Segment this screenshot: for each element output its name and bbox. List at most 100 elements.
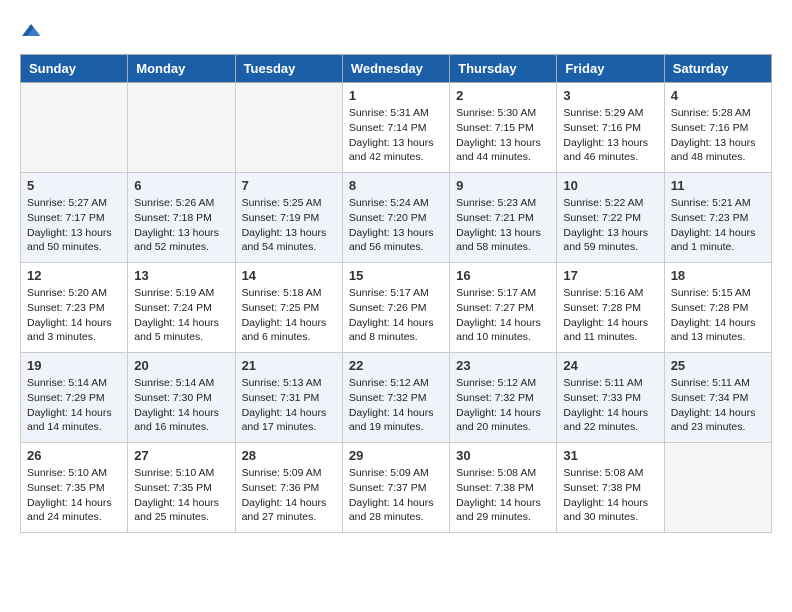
calendar-cell: 25 Sunrise: 5:11 AMSunset: 7:34 PMDayligh…	[664, 353, 771, 443]
cell-info: Sunrise: 5:14 AMSunset: 7:30 PMDaylight:…	[134, 376, 228, 435]
cell-info: Sunrise: 5:10 AMSunset: 7:35 PMDaylight:…	[134, 466, 228, 525]
calendar-cell: 30Sunrise: 5:08 AMSunset: 7:38 PMDayligh…	[450, 443, 557, 533]
calendar-cell: 28Sunrise: 5:09 AMSunset: 7:36 PMDayligh…	[235, 443, 342, 533]
calendar-cell: 26 Sunrise: 5:10 AMSunset: 7:35 PMDayligh…	[21, 443, 128, 533]
cell-info: Sunrise: 5:11 AMSunset: 7:34 PMDaylight:…	[671, 376, 765, 435]
cell-info: Sunrise: 5:09 AMSunset: 7:36 PMDaylight:…	[242, 466, 336, 525]
cell-info: Sunrise: 5:19 AMSunset: 7:24 PMDaylight:…	[134, 286, 228, 345]
calendar-header-friday: Friday	[557, 55, 664, 83]
day-number: 24	[563, 358, 657, 373]
day-number: 16	[456, 268, 550, 283]
calendar-week-row: 1 Sunrise: 5:31 AMSunset: 7:14 PMDaylight…	[21, 83, 772, 173]
day-number: 31	[563, 448, 657, 463]
calendar-header-sunday: Sunday	[21, 55, 128, 83]
calendar-cell: 7Sunrise: 5:25 AMSunset: 7:19 PMDaylight…	[235, 173, 342, 263]
logo	[20, 20, 40, 44]
cell-info: Sunrise: 5:20 AMSunset: 7:23 PMDaylight:…	[27, 286, 121, 345]
cell-info: Sunrise: 5:12 AMSunset: 7:32 PMDaylight:…	[456, 376, 550, 435]
cell-info: Sunrise: 5:14 AMSunset: 7:29 PMDaylight:…	[27, 376, 121, 435]
calendar-cell: 22Sunrise: 5:12 AMSunset: 7:32 PMDayligh…	[342, 353, 449, 443]
day-number: 29	[349, 448, 443, 463]
calendar-cell: 4 Sunrise: 5:28 AMSunset: 7:16 PMDaylight…	[664, 83, 771, 173]
day-number: 15	[349, 268, 443, 283]
calendar-week-row: 5 Sunrise: 5:27 AMSunset: 7:17 PMDaylight…	[21, 173, 772, 263]
calendar-cell: 24 Sunrise: 5:11 AMSunset: 7:33 PMDayligh…	[557, 353, 664, 443]
day-number: 13	[134, 268, 228, 283]
day-number: 30	[456, 448, 550, 463]
cell-info: Sunrise: 5:18 AMSunset: 7:25 PMDaylight:…	[242, 286, 336, 345]
day-number: 10	[563, 178, 657, 193]
calendar-cell: 12Sunrise: 5:20 AMSunset: 7:23 PMDayligh…	[21, 263, 128, 353]
logo-icon	[22, 21, 40, 39]
day-number: 1	[349, 88, 443, 103]
cell-info: Sunrise: 5:22 AMSunset: 7:22 PMDaylight:…	[563, 196, 657, 255]
cell-info: Sunrise: 5:08 AMSunset: 7:38 PMDaylight:…	[563, 466, 657, 525]
cell-info: Sunrise: 5:15 AMSunset: 7:28 PMDaylight:…	[671, 286, 765, 345]
cell-info: Sunrise: 5:31 AMSunset: 7:14 PMDaylight:…	[349, 106, 443, 165]
day-number: 25	[671, 358, 765, 373]
calendar-cell: 11 Sunrise: 5:21 AMSunset: 7:23 PMDayligh…	[664, 173, 771, 263]
calendar-table: SundayMondayTuesdayWednesdayThursdayFrid…	[20, 54, 772, 533]
day-number: 23	[456, 358, 550, 373]
day-number: 3	[563, 88, 657, 103]
logo-text	[20, 20, 40, 44]
day-number: 22	[349, 358, 443, 373]
calendar-cell: 23 Sunrise: 5:12 AMSunset: 7:32 PMDayligh…	[450, 353, 557, 443]
calendar-cell: 14 Sunrise: 5:18 AMSunset: 7:25 PMDayligh…	[235, 263, 342, 353]
day-number: 2	[456, 88, 550, 103]
calendar-week-row: 26 Sunrise: 5:10 AMSunset: 7:35 PMDayligh…	[21, 443, 772, 533]
calendar-header-row: SundayMondayTuesdayWednesdayThursdayFrid…	[21, 55, 772, 83]
calendar-week-row: 19 Sunrise: 5:14 AMSunset: 7:29 PMDayligh…	[21, 353, 772, 443]
calendar-cell: 18 Sunrise: 5:15 AMSunset: 7:28 PMDayligh…	[664, 263, 771, 353]
calendar-cell: 10 Sunrise: 5:22 AMSunset: 7:22 PMDayligh…	[557, 173, 664, 263]
cell-info: Sunrise: 5:16 AMSunset: 7:28 PMDaylight:…	[563, 286, 657, 345]
day-number: 17	[563, 268, 657, 283]
calendar-header-tuesday: Tuesday	[235, 55, 342, 83]
cell-info: Sunrise: 5:11 AMSunset: 7:33 PMDaylight:…	[563, 376, 657, 435]
day-number: 5	[27, 178, 121, 193]
cell-info: Sunrise: 5:30 AMSunset: 7:15 PMDaylight:…	[456, 106, 550, 165]
calendar-cell: 13 Sunrise: 5:19 AMSunset: 7:24 PMDayligh…	[128, 263, 235, 353]
calendar-cell: 9 Sunrise: 5:23 AMSunset: 7:21 PMDaylight…	[450, 173, 557, 263]
calendar-week-row: 12Sunrise: 5:20 AMSunset: 7:23 PMDayligh…	[21, 263, 772, 353]
cell-info: Sunrise: 5:17 AMSunset: 7:26 PMDaylight:…	[349, 286, 443, 345]
day-number: 8	[349, 178, 443, 193]
cell-info: Sunrise: 5:21 AMSunset: 7:23 PMDaylight:…	[671, 196, 765, 255]
calendar-cell: 8 Sunrise: 5:24 AMSunset: 7:20 PMDaylight…	[342, 173, 449, 263]
day-number: 9	[456, 178, 550, 193]
day-number: 4	[671, 88, 765, 103]
calendar-cell: 20 Sunrise: 5:14 AMSunset: 7:30 PMDayligh…	[128, 353, 235, 443]
cell-info: Sunrise: 5:23 AMSunset: 7:21 PMDaylight:…	[456, 196, 550, 255]
cell-info: Sunrise: 5:09 AMSunset: 7:37 PMDaylight:…	[349, 466, 443, 525]
calendar-cell: 3 Sunrise: 5:29 AMSunset: 7:16 PMDaylight…	[557, 83, 664, 173]
day-number: 19	[27, 358, 121, 373]
cell-info: Sunrise: 5:10 AMSunset: 7:35 PMDaylight:…	[27, 466, 121, 525]
day-number: 6	[134, 178, 228, 193]
day-number: 14	[242, 268, 336, 283]
page-header	[20, 20, 772, 44]
cell-info: Sunrise: 5:27 AMSunset: 7:17 PMDaylight:…	[27, 196, 121, 255]
cell-info: Sunrise: 5:26 AMSunset: 7:18 PMDaylight:…	[134, 196, 228, 255]
calendar-cell: 31 Sunrise: 5:08 AMSunset: 7:38 PMDayligh…	[557, 443, 664, 533]
calendar-header-monday: Monday	[128, 55, 235, 83]
day-number: 7	[242, 178, 336, 193]
calendar-cell: 5 Sunrise: 5:27 AMSunset: 7:17 PMDaylight…	[21, 173, 128, 263]
calendar-cell: 19 Sunrise: 5:14 AMSunset: 7:29 PMDayligh…	[21, 353, 128, 443]
day-number: 27	[134, 448, 228, 463]
cell-info: Sunrise: 5:24 AMSunset: 7:20 PMDaylight:…	[349, 196, 443, 255]
calendar-cell: 29 Sunrise: 5:09 AMSunset: 7:37 PMDayligh…	[342, 443, 449, 533]
calendar-cell: 1 Sunrise: 5:31 AMSunset: 7:14 PMDaylight…	[342, 83, 449, 173]
calendar-cell	[21, 83, 128, 173]
day-number: 11	[671, 178, 765, 193]
calendar-header-saturday: Saturday	[664, 55, 771, 83]
cell-info: Sunrise: 5:29 AMSunset: 7:16 PMDaylight:…	[563, 106, 657, 165]
day-number: 18	[671, 268, 765, 283]
day-number: 20	[134, 358, 228, 373]
calendar-header-wednesday: Wednesday	[342, 55, 449, 83]
calendar-cell: 2 Sunrise: 5:30 AMSunset: 7:15 PMDaylight…	[450, 83, 557, 173]
day-number: 26	[27, 448, 121, 463]
cell-info: Sunrise: 5:28 AMSunset: 7:16 PMDaylight:…	[671, 106, 765, 165]
calendar-cell	[235, 83, 342, 173]
calendar-cell: 21Sunrise: 5:13 AMSunset: 7:31 PMDayligh…	[235, 353, 342, 443]
cell-info: Sunrise: 5:17 AMSunset: 7:27 PMDaylight:…	[456, 286, 550, 345]
